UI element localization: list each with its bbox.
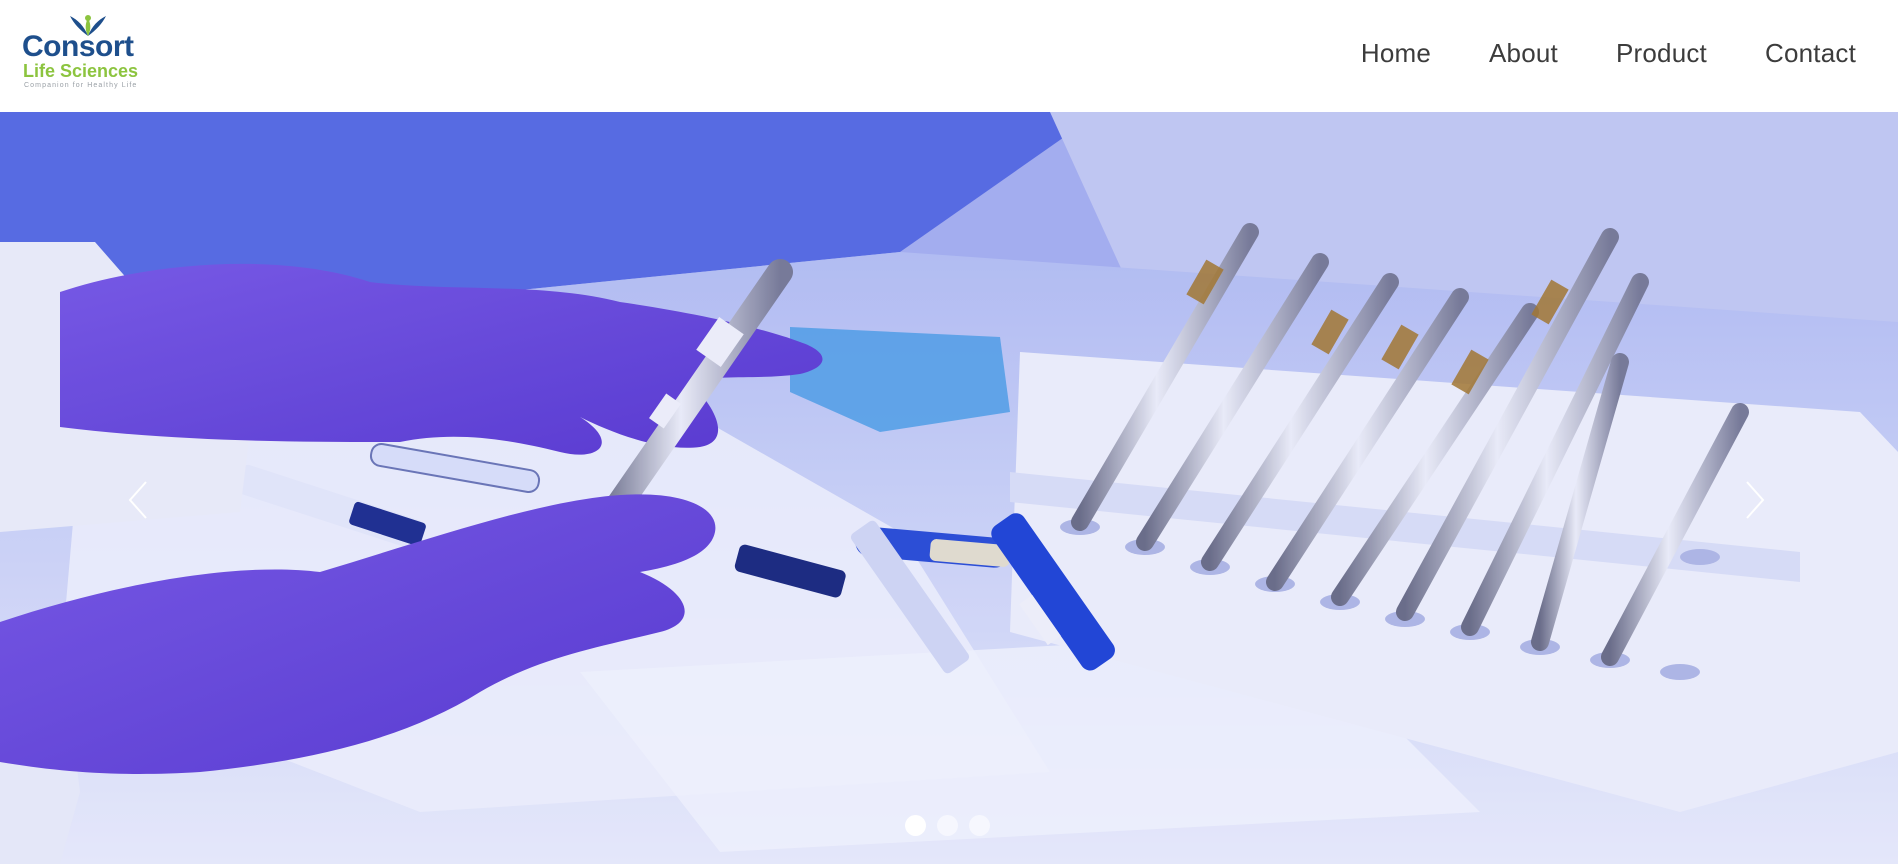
main-nav: Home About Product Contact [1361,38,1856,69]
nav-contact[interactable]: Contact [1765,38,1856,69]
hero-image [0,112,1898,864]
slider-dot-1[interactable] [905,815,926,836]
nav-about[interactable]: About [1489,38,1558,69]
brand-subtitle: Life Sciences [23,61,139,81]
slider-dot-2[interactable] [937,815,958,836]
chevron-right-icon [1746,481,1765,519]
site-header: Consort Life Sciences Companion for Heal… [0,0,1898,112]
nav-home[interactable]: Home [1361,38,1431,69]
brand-logo[interactable]: Consort Life Sciences Companion for Heal… [20,14,160,94]
slider-next-button[interactable] [1735,470,1775,530]
chevron-left-icon [128,481,147,519]
nav-product[interactable]: Product [1616,38,1707,69]
slider-pagination [905,815,990,836]
brand-tagline: Companion for Healthy Life [24,82,138,89]
hero-slider [0,112,1898,864]
slider-prev-button[interactable] [118,470,158,530]
slider-dot-3[interactable] [969,815,990,836]
brand-name: Consort [22,30,134,63]
